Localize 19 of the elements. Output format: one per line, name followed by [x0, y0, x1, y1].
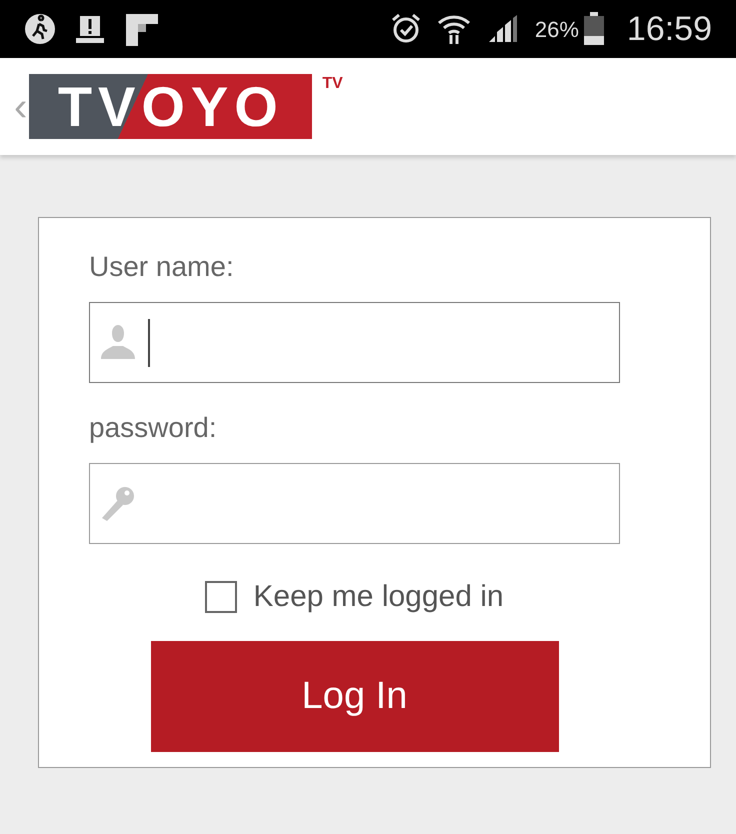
battery-percent: 26% — [534, 16, 579, 44]
checkbox-label: Keep me logged in — [253, 579, 504, 615]
field-label: User name: — [89, 250, 235, 284]
logo: TVOYO — [29, 74, 312, 139]
alarm-clock-icon — [390, 13, 421, 45]
running-person-icon — [24, 13, 56, 45]
clock-time: 16:59 — [626, 8, 712, 50]
text-caret — [148, 318, 150, 366]
battery-icon — [582, 12, 605, 46]
keep-logged-in-checkbox[interactable] — [205, 580, 238, 612]
logo-superscript: TV — [322, 74, 343, 94]
app-icon — [124, 12, 158, 46]
alert-icon — [74, 14, 106, 44]
wifi-icon — [436, 13, 471, 45]
log-in-button[interactable]: Log In — [150, 641, 558, 752]
input-field[interactable] — [89, 463, 620, 544]
signal-icon — [486, 14, 519, 44]
field-label: password: — [89, 411, 218, 445]
input-field[interactable] — [89, 302, 620, 383]
